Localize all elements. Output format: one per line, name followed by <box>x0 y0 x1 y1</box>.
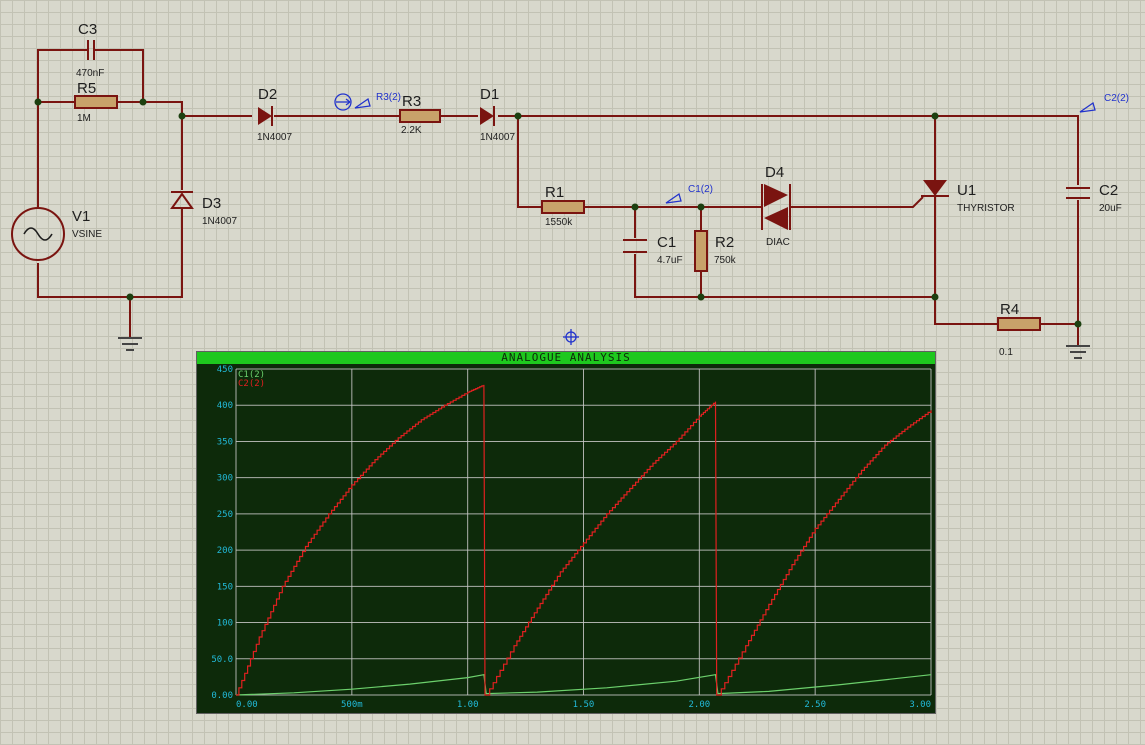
diode-d3[interactable]: D3 1N4007 <box>170 191 237 227</box>
x-tick-label: 0.00 <box>236 700 258 710</box>
r4-ref: R4 <box>1000 301 1019 318</box>
d4-ref: D4 <box>765 164 784 181</box>
d2-ref: D2 <box>258 86 277 103</box>
x-tick-label: 1.00 <box>457 700 479 710</box>
y-tick-label: 300 <box>217 474 233 484</box>
capacitor-c1[interactable]: C1 4.7uF <box>623 234 683 266</box>
y-tick-label: 0.00 <box>211 691 233 701</box>
diode-d1[interactable]: D1 1N4007 <box>480 86 515 143</box>
d3-ref: D3 <box>202 195 221 212</box>
sine-icon <box>23 227 53 241</box>
resistor-r2[interactable]: R2 750k <box>694 230 737 272</box>
c2-probe-label: C2(2) <box>1104 93 1129 104</box>
resistor-r1[interactable]: R1 1550k <box>541 184 585 228</box>
r5-value: 1M <box>77 113 91 124</box>
d1-value: 1N4007 <box>480 132 515 143</box>
c2-value: 20uF <box>1099 203 1122 214</box>
y-tick-label: 450 <box>217 365 233 375</box>
d1-ref: D1 <box>480 86 499 103</box>
voltage-source-v1[interactable]: V1 VSINE <box>11 207 102 261</box>
y-tick-label: 100 <box>217 619 233 629</box>
y-tick-label: 350 <box>217 437 233 447</box>
r4-value: 0.1 <box>999 347 1013 358</box>
x-tick-label: 2.00 <box>688 700 710 710</box>
d3-value: 1N4007 <box>202 216 237 227</box>
origin-marker-icon <box>563 329 579 345</box>
c2-ref: C2 <box>1099 182 1118 199</box>
r3-value: 2.2K <box>401 125 422 136</box>
r3-ref: R3 <box>402 93 421 110</box>
legend-entry: C2(2) <box>238 379 265 389</box>
y-tick-label: 50.0 <box>211 655 233 665</box>
y-tick-label: 200 <box>217 546 233 556</box>
x-tick-label: 3.00 <box>909 700 931 710</box>
c3-value: 470nF <box>76 68 104 79</box>
probe-c2[interactable]: C2(2) <box>1079 93 1129 113</box>
c1-ref: C1 <box>657 234 676 251</box>
c1-value: 4.7uF <box>657 255 683 266</box>
diac-d4[interactable]: D4 DIAC <box>761 164 791 248</box>
ground-right <box>1066 345 1090 359</box>
x-tick-label: 500m <box>341 700 363 710</box>
c1-probe-label: C1(2) <box>688 184 713 195</box>
ground-left <box>118 337 142 351</box>
r3-probe-label: R3(2) <box>376 92 401 103</box>
r1-value: 1550k <box>545 217 573 228</box>
diode-d2[interactable]: D2 1N4007 <box>257 86 292 143</box>
r5-ref: R5 <box>77 80 96 97</box>
u1-ref: U1 <box>957 182 976 199</box>
v1-value: VSINE <box>72 229 102 240</box>
resistor-r5[interactable]: R5 1M <box>74 80 118 124</box>
resistor-r4[interactable]: R4 0.1 <box>997 301 1041 358</box>
d2-value: 1N4007 <box>257 132 292 143</box>
v1-ref: V1 <box>72 208 90 225</box>
capacitor-c2[interactable]: C2 20uF <box>1066 182 1122 214</box>
r2-ref: R2 <box>715 234 734 251</box>
u1-value: THYRISTOR <box>957 203 1015 214</box>
y-tick-label: 150 <box>217 582 233 592</box>
probe-r3[interactable]: R3(2) <box>334 92 401 111</box>
analogue-analysis-graph[interactable]: ANALOGUE ANALYSIS 0.00 50.0 100 150 200 250 30… <box>196 351 936 714</box>
probe-c1[interactable]: C1(2) <box>665 184 713 204</box>
x-tick-label: 2.50 <box>804 700 826 710</box>
r1-ref: R1 <box>545 184 564 201</box>
r2-value: 750k <box>714 255 737 266</box>
c3-ref: C3 <box>78 21 97 38</box>
y-tick-label: 400 <box>217 401 233 411</box>
graph-plot: 0.00 50.0 100 150 200 250 300 350 400 450 0.00 500m… <box>211 365 932 710</box>
d4-value: DIAC <box>766 237 790 248</box>
x-tick-label: 1.50 <box>573 700 595 710</box>
y-tick-label: 250 <box>217 510 233 520</box>
